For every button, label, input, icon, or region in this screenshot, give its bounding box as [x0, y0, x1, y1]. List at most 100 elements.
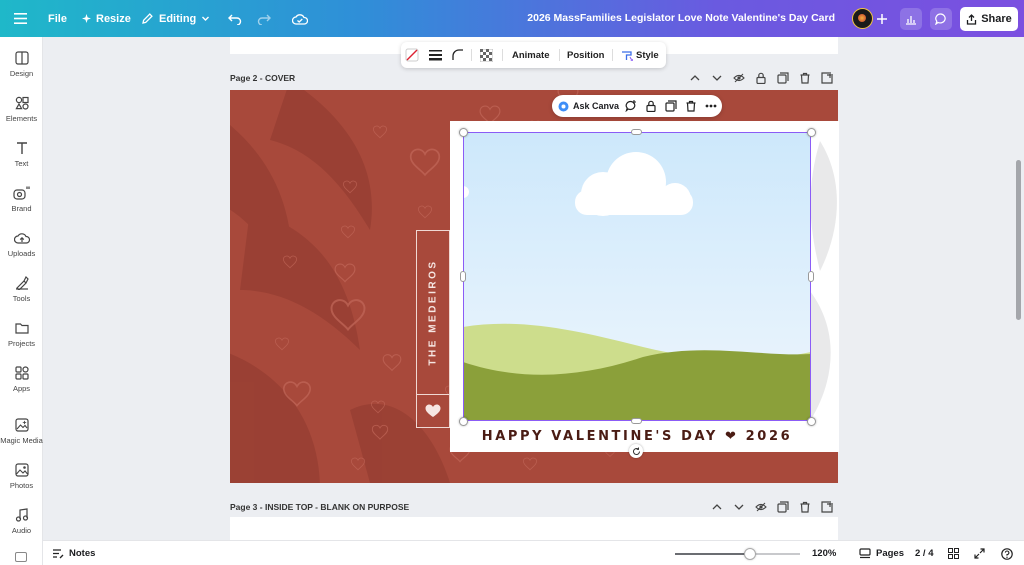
corner-rounding-button[interactable] [452, 42, 464, 68]
notes-label: Notes [69, 548, 96, 559]
add-page-icon[interactable] [821, 501, 833, 513]
ask-canva-button[interactable]: Ask Canva [558, 95, 619, 117]
page-3-title[interactable]: Page 3 - INSIDE TOP - BLANK ON PURPOSE [230, 502, 409, 512]
resize-handle-left[interactable] [460, 271, 466, 282]
chevron-down-icon[interactable] [733, 501, 745, 513]
zoom-slider[interactable] [675, 548, 800, 560]
style-label: Style [636, 49, 659, 61]
toolbar-divider [471, 49, 472, 61]
insights-button[interactable] [900, 8, 922, 30]
resize-handle-top[interactable] [631, 129, 642, 135]
more-options-button[interactable] [705, 95, 717, 117]
rotate-handle[interactable] [629, 444, 643, 458]
zoom-slider-fill [675, 553, 750, 555]
sidebar-item-projects[interactable]: Projects [0, 321, 43, 348]
element-toolbar: Animate Position Style [401, 42, 666, 68]
animate-button[interactable]: Animate [512, 42, 549, 68]
sidebar-label-design: Design [9, 69, 34, 78]
landscape-illustration [463, 132, 811, 421]
vertical-scrollbar[interactable] [1016, 160, 1021, 320]
context-menu-bar: Ask Canva [552, 95, 722, 117]
trash-icon[interactable] [799, 72, 811, 84]
notes-button[interactable]: Notes [52, 541, 95, 565]
add-comment-button[interactable] [625, 95, 637, 117]
hide-eye-icon[interactable] [755, 501, 767, 513]
page-2-title[interactable]: Page 2 - COVER [230, 73, 295, 83]
resize-handle-top-right[interactable] [807, 128, 816, 137]
sidebar-item-uploads[interactable]: Uploads [0, 231, 43, 258]
menu-button[interactable] [14, 0, 27, 37]
chevron-up-icon[interactable] [689, 72, 701, 84]
hide-eye-icon[interactable] [733, 72, 745, 84]
lock-icon[interactable] [755, 72, 767, 84]
sidebar-label-elements: Elements [5, 114, 38, 123]
help-button[interactable] [1001, 541, 1013, 565]
grid-icon [948, 548, 959, 559]
pencil-icon [142, 13, 153, 24]
save-status-button[interactable] [292, 0, 308, 37]
sidebar-item-elements[interactable]: Elements [0, 96, 43, 123]
resize-button[interactable]: Resize [82, 0, 131, 37]
avatar[interactable] [852, 8, 873, 29]
duplicate-icon[interactable] [777, 501, 789, 513]
pages-button[interactable]: Pages [859, 541, 904, 565]
family-name-box[interactable]: THE MEDEIROS [416, 230, 450, 395]
no-border-icon [405, 48, 419, 62]
chevron-down-icon[interactable] [711, 72, 723, 84]
style-button[interactable]: Style [621, 42, 659, 68]
border-style-button[interactable] [405, 42, 419, 68]
trash-icon[interactable] [799, 501, 811, 513]
photos-icon [14, 463, 29, 477]
sidebar-item-photos[interactable]: Photos [0, 463, 43, 490]
sidebar-item-tools[interactable]: Tools [0, 276, 43, 303]
duplicate-element-button[interactable] [665, 95, 677, 117]
lock-element-button[interactable] [645, 95, 657, 117]
resize-handle-bottom-left[interactable] [459, 417, 468, 426]
sidebar-item-design[interactable]: Design [0, 51, 43, 78]
add-page-icon[interactable] [821, 72, 833, 84]
corner-radius-icon [452, 49, 463, 60]
border-weight-button[interactable] [429, 42, 442, 68]
redo-button[interactable] [257, 0, 271, 37]
undo-button[interactable] [228, 0, 242, 37]
add-collaborator-button[interactable] [877, 0, 887, 37]
plus-icon [877, 13, 887, 24]
heart-box[interactable] [416, 394, 450, 428]
delete-element-button[interactable] [685, 95, 697, 117]
more-apps-icon[interactable] [15, 552, 27, 562]
file-menu[interactable]: File [48, 0, 67, 37]
editing-mode-dropdown[interactable]: Editing [141, 0, 210, 37]
sidebar-item-apps[interactable]: Apps [0, 366, 43, 393]
document-title[interactable]: 2026 MassFamilies Legislator Love Note V… [527, 0, 835, 37]
zoom-slider-knob[interactable] [744, 548, 756, 560]
transparency-button[interactable] [480, 42, 493, 68]
page-3-canvas[interactable] [230, 517, 838, 540]
resize-handle-bottom[interactable] [631, 418, 642, 424]
position-button[interactable]: Position [567, 42, 604, 68]
share-label: Share [981, 13, 1012, 25]
comment-add-icon [625, 100, 636, 112]
duplicate-icon[interactable] [777, 72, 789, 84]
fullscreen-button[interactable] [974, 541, 985, 565]
valentine-greeting[interactable]: HAPPY VALENTINE'S DAY ❤ 2026 [463, 429, 811, 444]
share-button[interactable]: Share [960, 7, 1018, 31]
comment-icon [935, 13, 946, 25]
tools-icon [15, 276, 29, 290]
sidebar-item-magic-media[interactable]: Magic Media [0, 418, 43, 445]
zoom-level[interactable]: 120% [812, 541, 836, 565]
sidebar-item-audio[interactable]: Audio [0, 508, 43, 535]
rotate-icon [632, 447, 640, 455]
grid-view-button[interactable] [948, 541, 959, 565]
animate-label: Animate [512, 49, 550, 61]
comments-button[interactable] [930, 8, 952, 30]
sidebar-item-text[interactable]: Text [0, 141, 43, 168]
duplicate-icon [665, 100, 677, 112]
transparency-icon [480, 48, 493, 62]
chevron-up-icon[interactable] [711, 501, 723, 513]
resize-handle-right[interactable] [808, 271, 814, 282]
zoom-label: 120% [812, 548, 837, 559]
landscape-image-frame[interactable] [463, 132, 811, 421]
sidebar-item-brand[interactable]: Brand [0, 186, 43, 213]
resize-handle-top-left[interactable] [459, 128, 468, 137]
resize-handle-bottom-right[interactable] [807, 417, 816, 426]
